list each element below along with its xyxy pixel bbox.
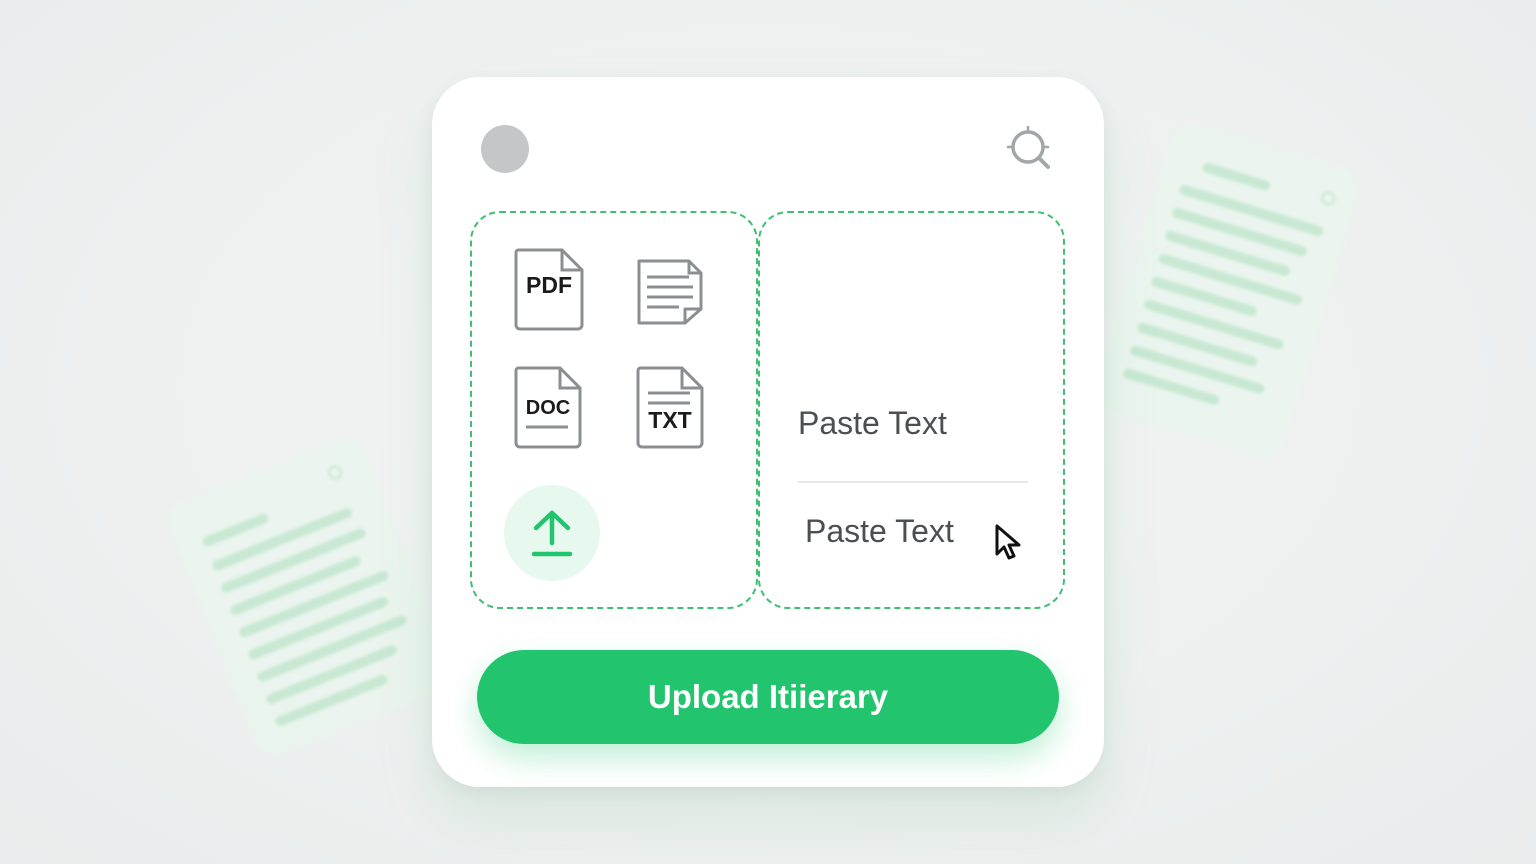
- file-drop-zone[interactable]: PDF DOC TXT: [470, 211, 758, 609]
- pdf-file-icon[interactable]: PDF: [512, 247, 586, 331]
- text-document-icon[interactable]: [635, 257, 705, 327]
- upload-button-circle[interactable]: [504, 485, 600, 581]
- mouse-cursor-icon: [994, 523, 1024, 566]
- avatar[interactable]: [481, 125, 529, 173]
- background-document-left: [162, 432, 458, 762]
- paste-text-zone[interactable]: Paste Text Paste Text: [758, 211, 1065, 609]
- pdf-label: PDF: [526, 272, 572, 298]
- txt-file-icon[interactable]: TXT: [634, 365, 706, 449]
- upload-arrow-icon: [531, 510, 573, 557]
- txt-label: TXT: [648, 407, 692, 433]
- paste-text-action[interactable]: Paste Text: [805, 513, 954, 550]
- paste-text-label: Paste Text: [798, 405, 947, 441]
- upload-itinerary-button[interactable]: Upload Itiierary: [477, 650, 1059, 744]
- upload-card: PDF DOC TXT Paste Text Paste Text Upload…: [432, 77, 1104, 787]
- search-icon[interactable]: [1004, 125, 1056, 173]
- doc-label: DOC: [525, 397, 571, 419]
- paste-divider: [798, 481, 1028, 483]
- background-document-right: [1090, 118, 1365, 462]
- doc-file-icon[interactable]: DOC: [512, 365, 584, 449]
